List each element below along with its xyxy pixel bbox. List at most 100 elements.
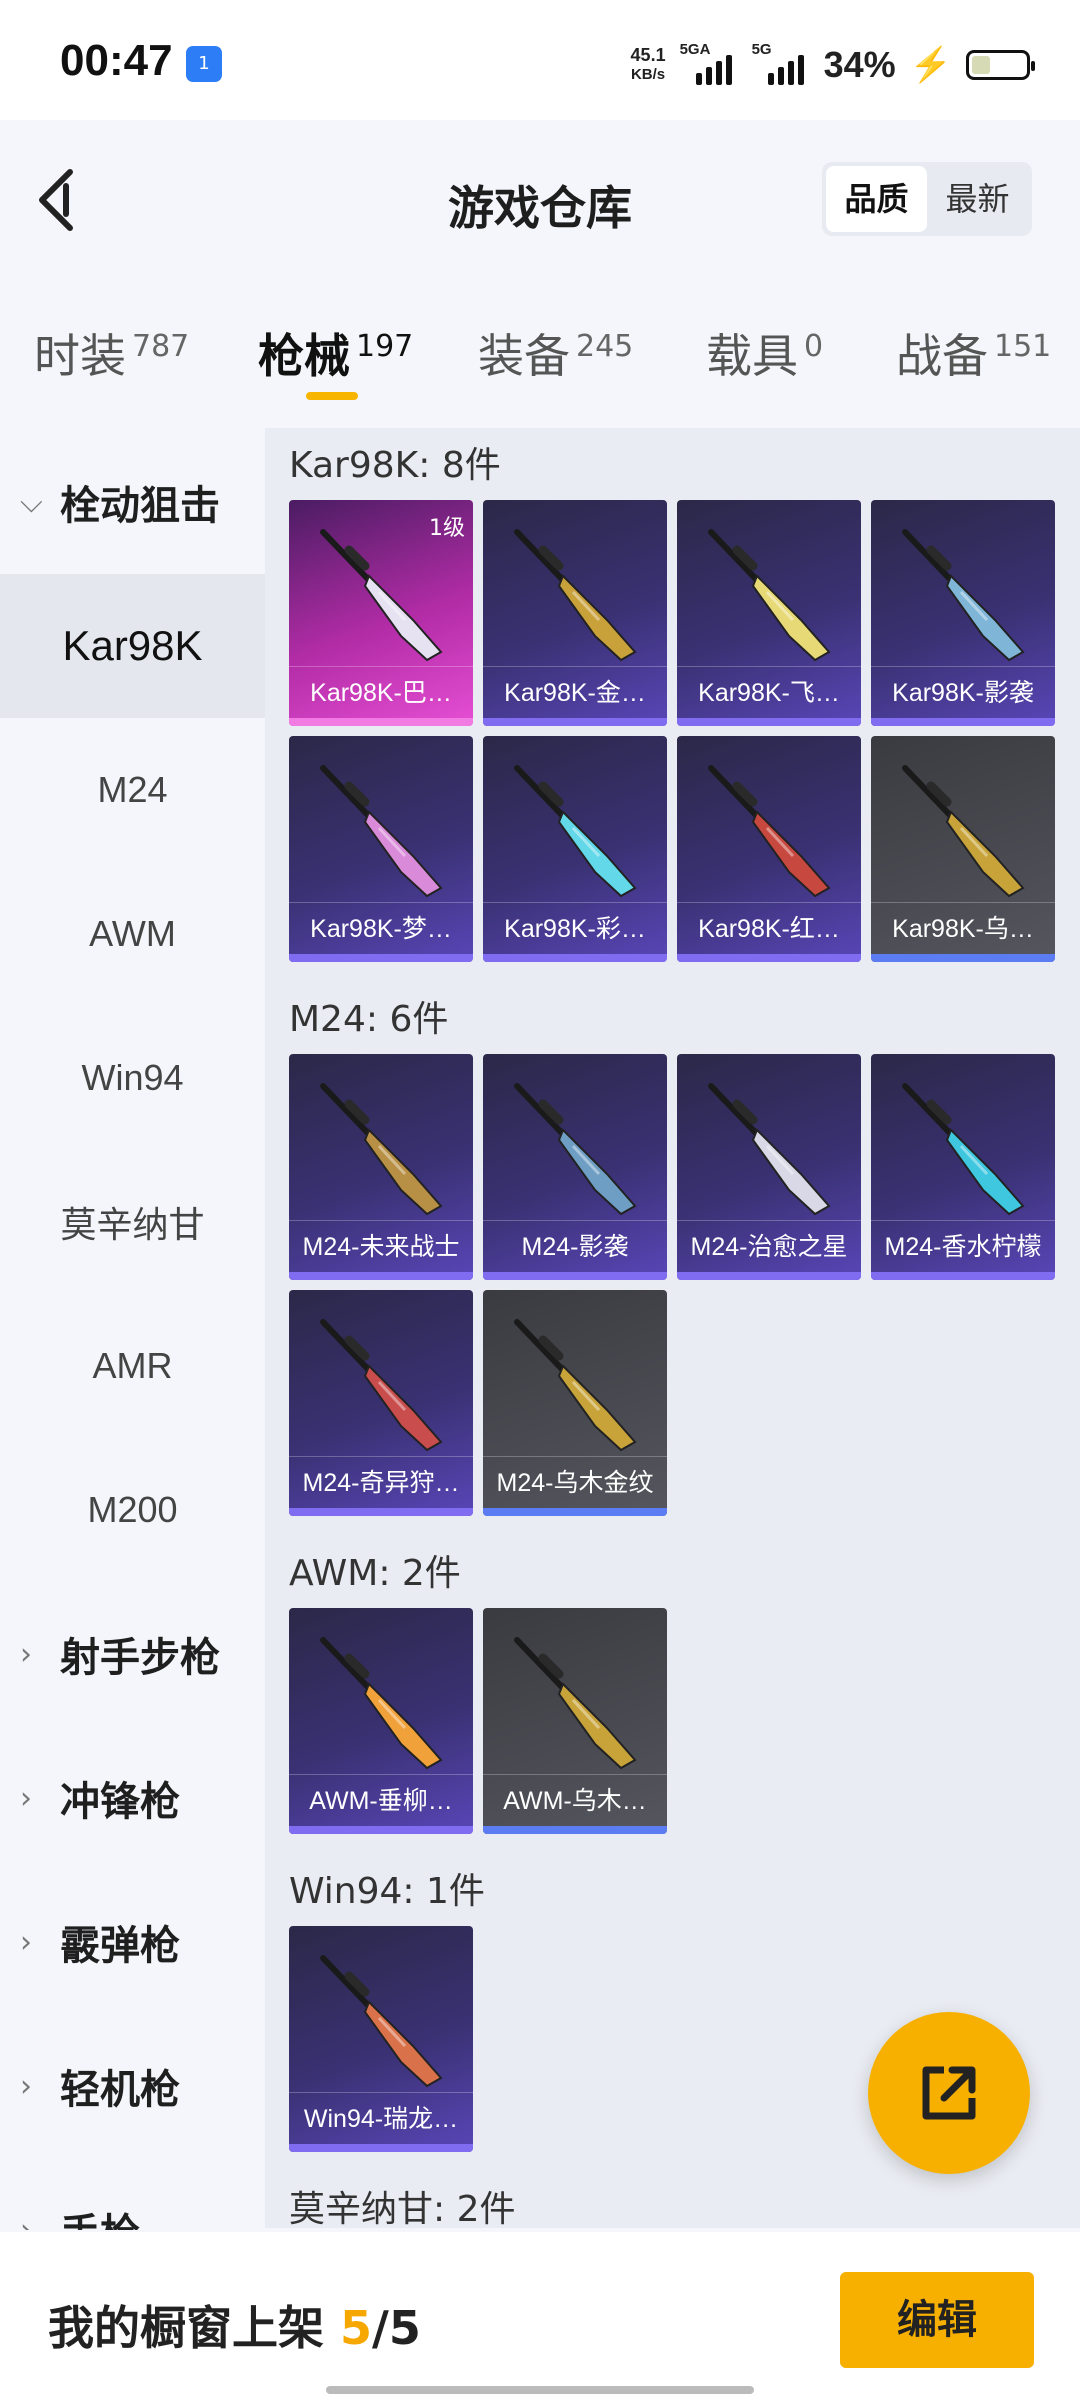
quality-stripe [677, 1272, 861, 1280]
weapon-skin-name: Kar98K-金… [483, 666, 667, 718]
signal-sim1-icon: 5GA [680, 41, 738, 85]
sidebar-item[interactable]: › 冲锋枪 [0, 1726, 265, 1870]
edit-button[interactable]: 编辑 [840, 2272, 1034, 2368]
tab-label: 载具 [706, 329, 798, 383]
sidebar-item-label: 栓动狙击 [60, 483, 220, 529]
weapon-skin-name: Kar98K-影袭 [871, 666, 1055, 718]
sidebar-item[interactable]: › 手枪 [0, 2158, 265, 2230]
active-tab-indicator [306, 392, 358, 400]
weapon-skin-name: M24-影袭 [483, 1220, 667, 1272]
tab-weapons[interactable]: 枪械 197 [258, 320, 413, 386]
sidebar-item[interactable]: › 轻机枪 [0, 2014, 265, 2158]
sidebar-item[interactable]: M24 [0, 718, 265, 862]
charging-icon: ⚡ [909, 46, 952, 84]
weapon-skin-card[interactable]: Kar98K-影袭 [871, 500, 1055, 726]
weapon-skin-card[interactable]: M24-未来战士 [289, 1054, 473, 1280]
rifle-icon [708, 765, 831, 898]
weapon-skin-card[interactable]: M24-奇异狩… [289, 1290, 473, 1516]
weapon-skin-name: M24-奇异狩… [289, 1456, 473, 1508]
sort-option-quality[interactable]: 品质 [826, 166, 927, 232]
weapon-skin-card[interactable]: Win94-瑞龙… [289, 1926, 473, 2152]
tab-count: 0 [804, 328, 824, 364]
weapon-skin-card[interactable]: Kar98K-飞… [677, 500, 861, 726]
sidebar-item[interactable]: ⌵ 栓动狙击 [0, 430, 265, 574]
rifle-icon [708, 529, 831, 662]
section-title: M24: 6件 [289, 999, 449, 1040]
weapon-skin-card[interactable]: AWM-乌木… [483, 1608, 667, 1834]
network-speed-value: 45.1 [630, 45, 666, 65]
item-grid: 1级 Kar98K-巴… Kar98K-金… Kar98K-飞… Kar98K-影袭 Ka… [289, 500, 1055, 962]
weapon-skin-card[interactable]: Kar98K-彩… [483, 736, 667, 962]
tier-badge: 1级 [429, 516, 465, 541]
share-button[interactable] [868, 2012, 1030, 2174]
sidebar-item-label: Win94 [81, 1057, 184, 1098]
tab-label: 枪械 [258, 329, 350, 383]
item-grid: M24-未来战士 M24-影袭 M24-治愈之星 M24-香水柠檬 M24-奇异狩… M2… [289, 1054, 1055, 1516]
weapon-skin-name: M24-乌木金纹 [483, 1456, 667, 1508]
tab-supplies[interactable]: 战备 151 [896, 320, 1051, 386]
weapon-skin-name: Kar98K-飞… [677, 666, 861, 718]
quality-stripe [483, 1826, 667, 1834]
weapon-skin-name: Kar98K-乌… [871, 902, 1055, 954]
quality-stripe [483, 718, 667, 726]
sidebar-item[interactable]: AMR [0, 1294, 265, 1438]
tab-count: 197 [356, 328, 414, 364]
category-tabs: 时装 787 枪械 197 装备 245 载具 0 战备 151 [0, 300, 1080, 410]
sidebar-item-label: AWM [89, 913, 176, 954]
section-title: Win94: 1件 [289, 1871, 485, 1912]
quality-stripe [871, 954, 1055, 962]
section-title: 莫辛纳甘: 2件 [289, 2189, 516, 2228]
quality-stripe [483, 1272, 667, 1280]
weapon-skin-card[interactable]: AWM-垂柳… [289, 1608, 473, 1834]
rifle-icon [514, 765, 637, 898]
weapon-skin-card[interactable]: M24-治愈之星 [677, 1054, 861, 1280]
tab-count: 151 [994, 328, 1052, 364]
sidebar-item[interactable]: Win94 [0, 1006, 265, 1150]
sort-option-newest[interactable]: 最新 [927, 166, 1028, 232]
weapon-skin-card[interactable]: M24-影袭 [483, 1054, 667, 1280]
sidebar-item[interactable]: M200 [0, 1438, 265, 1582]
sidebar-item-label: Kar98K [62, 622, 203, 669]
signal-sim1-label: 5GA [679, 41, 711, 58]
home-indicator[interactable] [326, 2386, 754, 2394]
showcase-current-count: 5 [340, 2301, 373, 2355]
signal-sim2-label: 5G [751, 41, 772, 58]
tab-fashion[interactable]: 时装 787 [34, 320, 189, 386]
tab-count: 787 [132, 328, 190, 364]
battery-level-fill [972, 56, 990, 74]
weapon-skin-card[interactable]: Kar98K-梦… [289, 736, 473, 962]
weapon-skin-card[interactable]: M24-香水柠檬 [871, 1054, 1055, 1280]
sidebar-item-label: 冲锋枪 [60, 1779, 180, 1825]
battery-icon [966, 50, 1035, 80]
weapon-skin-name: M24-治愈之星 [677, 1220, 861, 1272]
weapon-skin-name: Kar98K-彩… [483, 902, 667, 954]
rifle-icon [902, 529, 1025, 662]
weapon-skin-card[interactable]: Kar98K-乌… [871, 736, 1055, 962]
rifle-icon [514, 1637, 637, 1770]
rifle-icon [514, 1083, 637, 1216]
network-speed-unit: KB/s [630, 66, 666, 83]
rifle-icon [902, 1083, 1025, 1216]
tab-vehicles[interactable]: 载具 0 [706, 320, 823, 386]
tab-equipment[interactable]: 装备 245 [478, 320, 633, 386]
sidebar-item[interactable]: Kar98K [0, 574, 265, 718]
chevron-right-icon: › [20, 1924, 32, 1960]
showcase-total-count: /5 [372, 2301, 421, 2355]
weapon-skin-card[interactable]: Kar98K-金… [483, 500, 667, 726]
sidebar-item[interactable]: 莫辛纳甘 [0, 1150, 265, 1294]
rifle-icon [514, 1319, 637, 1452]
quality-stripe [289, 1826, 473, 1834]
quality-stripe [677, 954, 861, 962]
weapon-skin-card[interactable]: Kar98K-红… [677, 736, 861, 962]
rifle-icon [320, 1955, 443, 2088]
weapon-skin-card[interactable]: 1级 Kar98K-巴… [289, 500, 473, 726]
sidebar-item-label: AMR [92, 1345, 173, 1386]
sidebar-item[interactable]: AWM [0, 862, 265, 1006]
weapon-skin-card[interactable]: M24-乌木金纹 [483, 1290, 667, 1516]
item-grid: AWM-垂柳… AWM-乌木… [289, 1608, 1055, 1834]
weapon-grid-panel: Kar98K: 8件 1级 Kar98K-巴… Kar98K-金… Kar98K-飞… K… [265, 428, 1080, 2228]
sidebar-item[interactable]: › 射手步枪 [0, 1582, 265, 1726]
sidebar-item[interactable]: › 霰弹枪 [0, 1870, 265, 2014]
showcase-status: 我的橱窗上架 5/5 [48, 2292, 421, 2358]
chevron-down-icon: ⌵ [20, 484, 43, 520]
